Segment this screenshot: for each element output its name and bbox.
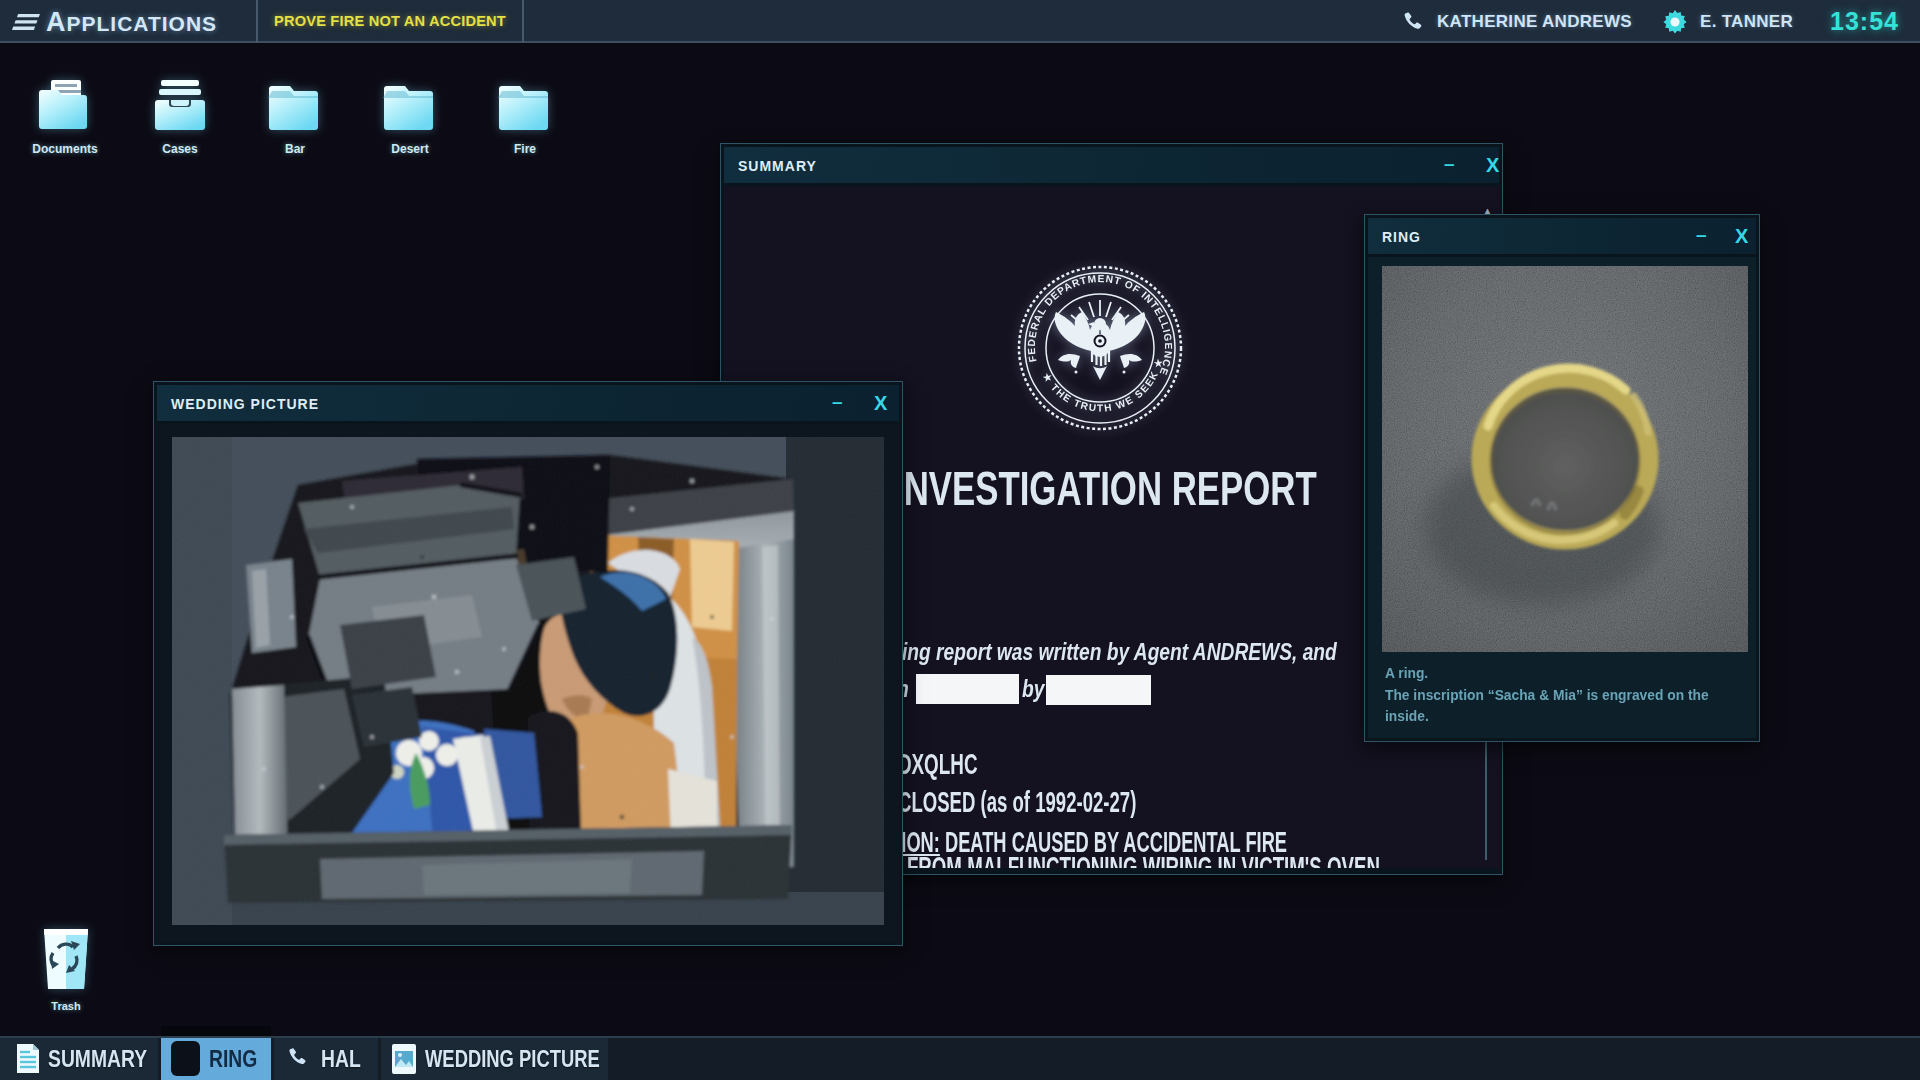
svg-text:★ THE TRUTH WE SEEK ★: ★ THE TRUTH WE SEEK ★: [1041, 356, 1165, 413]
